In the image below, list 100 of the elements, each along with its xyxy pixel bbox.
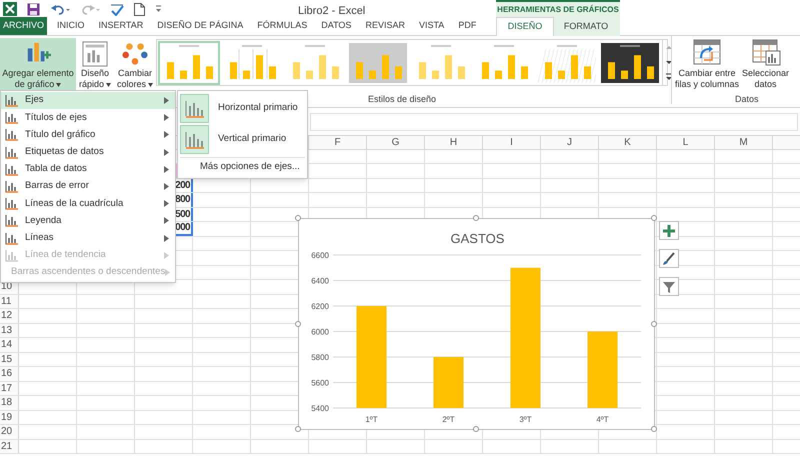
menu-item[interactable]: Más opciones de ejes... [180, 157, 305, 176]
resize-handle[interactable] [651, 321, 657, 327]
row-header[interactable]: 20 [0, 425, 19, 439]
category-label: 3ºT [519, 415, 532, 424]
bar-chart-icon [5, 146, 19, 159]
axis-chart-icon [184, 100, 204, 118]
resize-handle[interactable] [295, 215, 301, 221]
menu-item[interactable]: Etiquetas de datos [1, 144, 175, 161]
ribbon-button[interactable]: Cambiar colores [115, 38, 155, 90]
group-label: Datos [735, 93, 759, 106]
submenu-arrow-icon [164, 166, 169, 173]
chart-side-button[interactable] [659, 221, 679, 240]
chart-style-thumbnail[interactable] [347, 40, 409, 84]
menu-item[interactable]: Título del gráfico [1, 126, 175, 144]
undo-icon[interactable] [50, 3, 70, 15]
ribbon-tab[interactable]: VISTA [412, 17, 452, 35]
menu-item[interactable]: Líneas [1, 230, 175, 247]
row-header[interactable]: 19 [0, 411, 19, 424]
chart-bar [434, 357, 464, 408]
chart-style-thumbnail[interactable] [158, 40, 220, 84]
chart-layout-icon [81, 41, 109, 67]
column-header[interactable]: J [541, 136, 599, 149]
bar-chart-icon [5, 214, 19, 228]
chart-side-button[interactable] [659, 249, 679, 268]
spreadsheet-app-icon [3, 2, 17, 16]
new-document-icon[interactable] [134, 2, 145, 16]
row-header[interactable]: 17 [0, 382, 19, 395]
row-header[interactable]: 14 [0, 338, 19, 352]
bar-chart-icon [5, 248, 19, 262]
menu-item[interactable]: Horizontal primario [180, 93, 305, 124]
column-header[interactable]: L [657, 136, 715, 149]
row-header[interactable]: 12 [0, 309, 19, 323]
submenu-arrow-icon [164, 252, 169, 259]
bar-chart-icon [5, 111, 19, 124]
customize-caret-icon[interactable] [155, 4, 162, 14]
chart-side-button[interactable] [659, 277, 679, 296]
resize-handle[interactable] [295, 426, 301, 432]
resize-handle[interactable] [473, 215, 479, 221]
table-chart-icon [750, 38, 781, 66]
redo-icon[interactable] [80, 3, 100, 15]
save-icon[interactable] [27, 2, 40, 16]
ribbon-button[interactable]: Diseño rápido [76, 38, 114, 90]
row-header[interactable]: 11 [0, 295, 19, 308]
dropdown-caret-icon [56, 82, 62, 86]
spelling-check-icon[interactable] [110, 2, 124, 16]
ribbon-tab[interactable]: FORMATO [554, 18, 618, 36]
row-header[interactable]: 13 [0, 324, 19, 337]
column-header[interactable]: K [599, 136, 657, 149]
chart-style-thumbnail[interactable] [599, 40, 661, 84]
bar-chart-icon [5, 128, 19, 142]
resize-handle[interactable] [473, 426, 479, 432]
ribbon-button[interactable]: Seleccionar datos [742, 38, 790, 90]
column-header[interactable]: I [483, 136, 541, 149]
category-label: 4ºT [596, 415, 609, 424]
row-header[interactable]: 18 [0, 396, 19, 410]
chart-title: GASTOS [450, 231, 504, 246]
bar-chart-icon [5, 232, 19, 245]
resize-handle[interactable] [651, 215, 657, 221]
submenu-arrow-icon [164, 183, 169, 190]
submenu-arrow-icon [164, 131, 169, 138]
menu-item[interactable]: Leyenda [1, 212, 175, 230]
submenu-arrow-icon [164, 148, 169, 156]
menu-item[interactable]: Barras de error [1, 178, 175, 196]
menu-item[interactable]: Vertical primario [180, 124, 305, 155]
submenu-arrow-icon [164, 217, 169, 224]
dropdown-caret-icon [106, 82, 112, 86]
ribbon-tab[interactable]: DATOS [314, 17, 358, 35]
column-header[interactable]: H [425, 136, 483, 149]
row-header[interactable]: 21 [0, 440, 19, 453]
ribbon-tab[interactable]: ARCHIVO [0, 17, 48, 35]
menu-item[interactable]: Títulos de ejes [1, 109, 175, 126]
ribbon-tab[interactable]: PDF [451, 17, 484, 35]
ribbon-tab[interactable]: INICIO [50, 17, 92, 35]
formula-bar-field[interactable] [310, 112, 798, 130]
dropdown-caret-icon [148, 82, 153, 86]
ribbon-tab[interactable]: FÓRMULAS [250, 17, 314, 35]
row-header[interactable]: 15 [0, 353, 19, 366]
axis-tick-label: 5800 [311, 353, 329, 362]
ribbon-tab[interactable]: DISEÑO DE PÁGINA [150, 17, 250, 35]
column-header[interactable]: G [367, 136, 425, 149]
ribbon-button[interactable]: Cambiar entre filas y columnas [675, 38, 740, 90]
window-title: Libro2 - Excel [298, 4, 366, 19]
chart-area[interactable]: GASTOS 5400 5600 5800 6000 6200 6400 6600 1ºT 2ºT 3ºT 4ºT [298, 218, 655, 430]
ribbon-tab[interactable]: REVISAR [358, 17, 412, 35]
ribbon-tab[interactable]: INSERTAR [92, 17, 150, 35]
swap-rows-columns-icon [692, 38, 722, 66]
column-header[interactable]: F [309, 136, 367, 149]
menu-item[interactable]: Ejes [1, 92, 175, 110]
bar-chart-icon [5, 162, 19, 176]
bar-chart-icon [5, 197, 19, 210]
menu-item[interactable]: Líneas de la cuadrícula [1, 195, 175, 212]
bar-chart-icon [5, 180, 19, 194]
ribbon-button[interactable]: Agregar elemento de gráfico [0, 38, 76, 90]
row-header[interactable]: 16 [0, 367, 19, 381]
ribbon-tab[interactable]: DISEÑO [496, 17, 554, 36]
column-header[interactable]: M [715, 136, 773, 149]
resize-handle[interactable] [651, 426, 657, 432]
submenu-arrow-icon [164, 97, 169, 104]
menu-item[interactable]: Tabla de datos [1, 160, 175, 178]
resize-handle[interactable] [295, 321, 301, 327]
